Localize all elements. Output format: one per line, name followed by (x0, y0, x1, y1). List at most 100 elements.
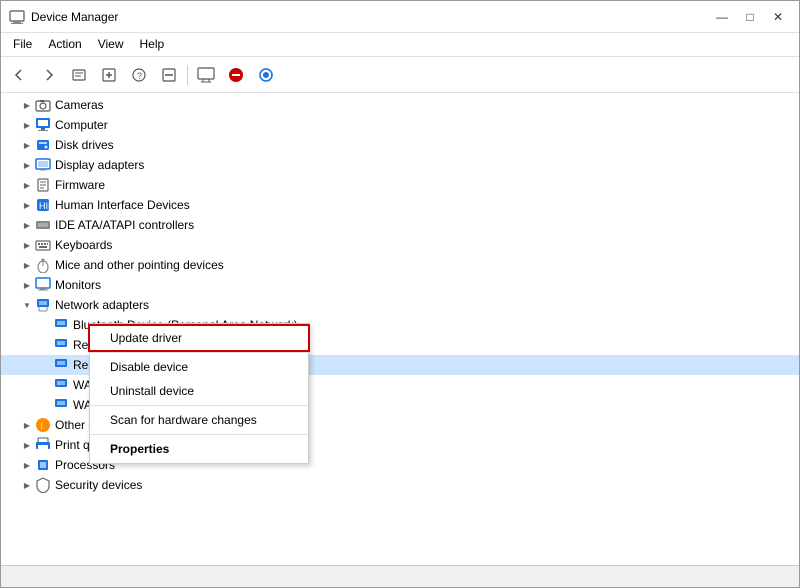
expand-display[interactable]: ▶ (19, 157, 35, 173)
menu-file[interactable]: File (5, 35, 40, 54)
icon-monitors (35, 277, 51, 293)
icon-hid: HID (35, 197, 51, 213)
toolbar-driver-detail[interactable] (95, 61, 123, 89)
expand-print[interactable]: ▶ (19, 437, 35, 453)
expand-ide[interactable]: ▶ (19, 217, 35, 233)
expand-computer[interactable]: ▶ (19, 117, 35, 133)
svg-text:!: ! (41, 421, 44, 431)
window-controls: — □ ✕ (709, 7, 791, 27)
toolbar-collapse[interactable] (155, 61, 183, 89)
icon-wan-sstp (53, 397, 69, 413)
security-label: Security devices (55, 478, 142, 492)
scan-hardware-label: Scan for hardware changes (110, 413, 257, 427)
uninstall-device-label: Uninstall device (110, 384, 194, 398)
context-update-driver[interactable]: Update driver (90, 326, 308, 350)
context-sep-1 (90, 352, 308, 353)
expand-security[interactable]: ▶ (19, 477, 35, 493)
firmware-label: Firmware (55, 178, 105, 192)
icon-keyboards (35, 237, 51, 253)
expand-other[interactable]: ▶ (19, 417, 35, 433)
context-disable-device[interactable]: Disable device (90, 355, 308, 379)
diskdrives-label: Disk drives (55, 138, 114, 152)
toolbar-remove[interactable] (222, 61, 250, 89)
properties-label: Properties (110, 442, 169, 456)
icon-security (35, 477, 51, 493)
toolbar-back[interactable] (5, 61, 33, 89)
disable-device-label: Disable device (110, 360, 188, 374)
monitors-label: Monitors (55, 278, 101, 292)
context-sep-3 (90, 434, 308, 435)
toolbar-properties[interactable] (65, 61, 93, 89)
toolbar-monitor[interactable] (192, 61, 220, 89)
toolbar-sep-1 (187, 65, 188, 85)
expand-hid[interactable]: ▶ (19, 197, 35, 213)
context-menu: Update driver Disable device Uninstall d… (89, 323, 309, 464)
update-driver-label: Update driver (110, 331, 182, 345)
cameras-label: Cameras (55, 98, 104, 112)
svg-text:?: ? (137, 71, 142, 81)
tree-item-firmware[interactable]: ▶ Firmware (1, 175, 799, 195)
display-label: Display adapters (55, 158, 144, 172)
tree-item-computer[interactable]: ▶ Computer (1, 115, 799, 135)
menu-help[interactable]: Help (132, 35, 173, 54)
tree-item-diskdrives[interactable]: ▶ Disk drives (1, 135, 799, 155)
icon-network (35, 297, 51, 313)
menu-view[interactable]: View (90, 35, 132, 54)
menu-action[interactable]: Action (40, 35, 89, 54)
toolbar-forward[interactable] (35, 61, 63, 89)
expand-cameras[interactable]: ▶ (19, 97, 35, 113)
close-button[interactable]: ✕ (765, 7, 791, 27)
app-icon (9, 9, 25, 25)
network-label: Network adapters (55, 298, 149, 312)
icon-realtek-rtl (53, 357, 69, 373)
tree-item-mice[interactable]: ▶ Mice and other pointing devices (1, 255, 799, 275)
icon-print (35, 437, 51, 453)
expand-processors[interactable]: ▶ (19, 457, 35, 473)
tree-item-cameras[interactable]: ▶ Cameras (1, 95, 799, 115)
mice-label: Mice and other pointing devices (55, 258, 224, 272)
icon-computer (35, 117, 51, 133)
icon-ide (35, 217, 51, 233)
minimize-button[interactable]: — (709, 7, 735, 27)
icon-mice (35, 257, 51, 273)
context-sep-2 (90, 405, 308, 406)
icon-wan-pppoe (53, 377, 69, 393)
toolbar: ? (1, 57, 799, 93)
tree-item-display[interactable]: ▶ Display adapters (1, 155, 799, 175)
ide-label: IDE ATA/ATAPI controllers (55, 218, 194, 232)
context-scan-hardware[interactable]: Scan for hardware changes (90, 408, 308, 432)
main-window: Device Manager — □ ✕ File Action View He… (0, 0, 800, 588)
context-uninstall-device[interactable]: Uninstall device (90, 379, 308, 403)
expand-monitors[interactable]: ▶ (19, 277, 35, 293)
context-properties[interactable]: Properties (90, 437, 308, 461)
icon-processors (35, 457, 51, 473)
tree-item-monitors[interactable]: ▶ Monitors (1, 275, 799, 295)
expand-diskdrives[interactable]: ▶ (19, 137, 35, 153)
icon-diskdrives (35, 137, 51, 153)
status-bar (1, 565, 799, 587)
content-area: ▶ Cameras ▶ (1, 93, 799, 565)
expand-keyboards[interactable]: ▶ (19, 237, 35, 253)
svg-text:HID: HID (39, 201, 51, 211)
device-tree[interactable]: ▶ Cameras ▶ (1, 93, 799, 565)
toolbar-scan[interactable] (252, 61, 280, 89)
icon-firmware (35, 177, 51, 193)
tree-item-keyboards[interactable]: ▶ Keyboards (1, 235, 799, 255)
tree-item-network[interactable]: ▼ Network adapters (1, 295, 799, 315)
icon-cameras (35, 97, 51, 113)
expand-mice[interactable]: ▶ (19, 257, 35, 273)
window-title: Device Manager (31, 10, 709, 24)
icon-realtek-gbe (53, 337, 69, 353)
title-bar: Device Manager — □ ✕ (1, 1, 799, 33)
icon-display (35, 157, 51, 173)
hid-label: Human Interface Devices (55, 198, 190, 212)
expand-firmware[interactable]: ▶ (19, 177, 35, 193)
expand-network[interactable]: ▼ (19, 297, 35, 313)
tree-item-security[interactable]: ▶ Security devices (1, 475, 799, 495)
icon-other: ! (35, 417, 51, 433)
toolbar-help[interactable]: ? (125, 61, 153, 89)
tree-item-hid[interactable]: ▶ HID Human Interface Devices (1, 195, 799, 215)
tree-item-ide[interactable]: ▶ IDE ATA/ATAPI controllers (1, 215, 799, 235)
maximize-button[interactable]: □ (737, 7, 763, 27)
menu-bar: File Action View Help (1, 33, 799, 57)
